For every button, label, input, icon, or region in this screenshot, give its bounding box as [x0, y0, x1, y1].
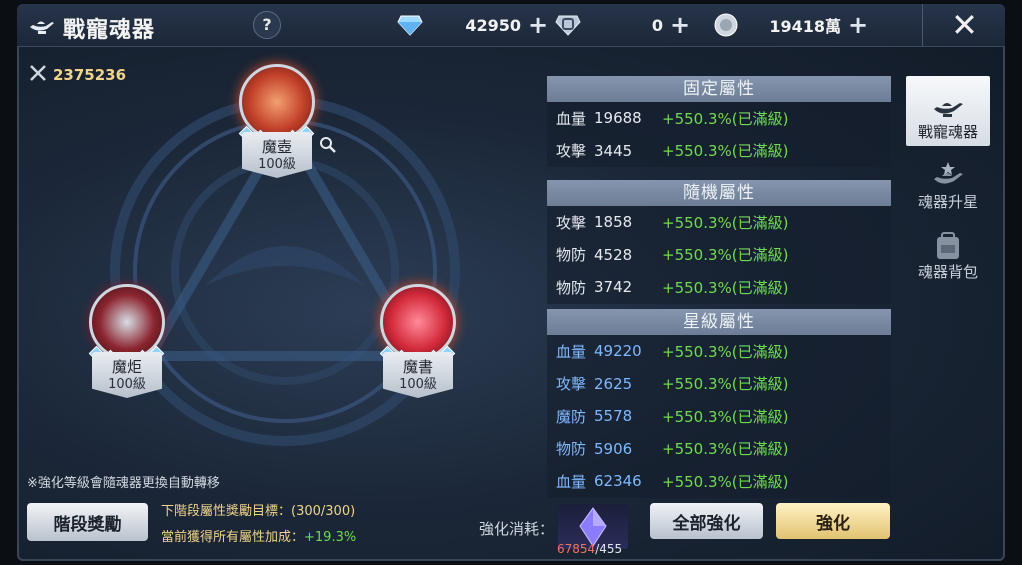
panel-title: 隨機屬性 — [547, 180, 891, 206]
panel-title: 星級屬性 — [547, 309, 891, 335]
vessel-slot-torch[interactable]: 魔炬 100級 — [87, 284, 167, 398]
transfer-note: ※強化等級會隨魂器更換自動轉移 — [27, 476, 220, 491]
diamond-currency: 42950 + — [395, 11, 549, 39]
vessel-plaque: 魔炬 100級 — [92, 352, 162, 398]
tab-label: 魂器背包 — [917, 263, 978, 281]
vessel-slot-book[interactable]: 魔書 100級 — [378, 284, 458, 398]
attribute-row: 攻擊 1858 +550.3%(已滿級) — [556, 213, 789, 232]
attribute-row: 魔防 5578 +550.3%(已滿級) — [556, 407, 789, 426]
add-diamond-button[interactable]: + — [527, 13, 549, 37]
combat-power: 2375236 — [29, 64, 126, 86]
side-tabs: 戰寵魂器 魂器升星 魂器背包 — [906, 76, 990, 286]
combat-power-value: 2375236 — [53, 66, 127, 84]
tab-label: 魂器升星 — [917, 193, 978, 211]
tab-battle-pet-vessel[interactable]: 戰寵魂器 — [906, 76, 990, 146]
tab-vessel-backpack[interactable]: 魂器背包 — [906, 216, 990, 286]
vessel-plaque: 魔壺 100級 — [242, 132, 312, 178]
close-button[interactable]: ✕ — [922, 4, 1005, 46]
add-bound-diamond-button[interactable]: + — [669, 13, 691, 37]
star-attributes-panel: 星級屬性 血量 49220 +550.3%(已滿級) 攻擊 2625 +550.3%(已… — [547, 309, 891, 498]
vessel-level: 100級 — [108, 377, 146, 392]
top-bar: 戰寵魂器 ? 42950 + 0 + 19418萬 + ✕ — [17, 4, 1005, 47]
total-bonus: 當前獲得所有屬性加成：+19.3% — [161, 530, 357, 545]
magnifier-icon[interactable] — [319, 136, 337, 154]
enhance-all-button[interactable]: 全部強化 — [650, 503, 763, 539]
vessel-name: 魔書 — [402, 358, 433, 376]
magic-lamp-icon — [30, 21, 54, 34]
attribute-row: 物防 3742 +550.3%(已滿級) — [556, 278, 789, 297]
cost-count: 67854/455 — [557, 542, 623, 556]
silver-currency: 19418萬 + — [711, 11, 869, 39]
silver-amount: 19418萬 — [769, 17, 841, 36]
bound-diamond-amount: 0 — [651, 15, 663, 35]
crossed-swords-icon — [29, 64, 47, 86]
magic-lamp-icon — [934, 103, 963, 117]
diamond-icon — [395, 11, 425, 39]
cost-label: 強化消耗： — [479, 520, 555, 538]
tab-label: 戰寵魂器 — [917, 123, 978, 141]
vessel-slot-pot[interactable]: 魔壺 100級 — [237, 64, 317, 178]
help-button[interactable]: ? — [253, 11, 281, 39]
page-title: 戰寵魂器 — [63, 18, 156, 43]
attribute-row: 物防 5906 +550.3%(已滿級) — [556, 439, 789, 459]
attribute-row: 攻擊 3445 +550.3%(已滿級) — [556, 141, 789, 161]
bound-diamond-icon — [553, 11, 583, 39]
panel-title: 固定屬性 — [547, 76, 891, 102]
attribute-row: 血量 62346 +550.3%(已滿級) — [556, 472, 789, 491]
next-stage-goal: 下階段屬性獎勵目標：(300/300) — [161, 504, 356, 519]
star-lamp-icon — [934, 162, 963, 184]
attribute-row: 血量 19688 +550.3%(已滿級) — [556, 109, 789, 128]
vessel-plaque: 魔書 100級 — [383, 352, 453, 398]
tab-vessel-star-up[interactable]: 魂器升星 — [906, 146, 990, 216]
attribute-row: 攻擊 2625 +550.3%(已滿級) — [556, 374, 789, 394]
backpack-icon — [937, 232, 959, 259]
enhance-button[interactable]: 強化 — [776, 503, 890, 539]
bound-diamond-currency: 0 + — [553, 11, 691, 39]
attribute-row: 血量 49220 +550.3%(已滿級) — [556, 342, 789, 361]
soul-vessel-window: 戰寵魂器 ? 42950 + 0 + 19418萬 + ✕ 2375236 魔壺… — [17, 4, 1005, 561]
stage-reward-button[interactable]: 階段獎勵 — [27, 503, 148, 541]
random-attributes-panel: 隨機屬性 攻擊 1858 +550.3%(已滿級) 物防 4528 +550.3%(已滿… — [547, 180, 891, 304]
vessel-name: 魔壺 — [261, 138, 292, 156]
vessel-name: 魔炬 — [111, 358, 142, 376]
vessel-level: 100級 — [399, 377, 437, 392]
attribute-row: 物防 4528 +550.3%(已滿級) — [556, 245, 789, 265]
add-silver-button[interactable]: + — [847, 13, 869, 37]
fixed-attributes-panel: 固定屬性 血量 19688 +550.3%(已滿級) 攻擊 3445 +550.3%(已… — [547, 76, 891, 167]
diamond-amount: 42950 — [465, 15, 521, 35]
silver-coin-icon — [711, 11, 741, 39]
vessel-level: 100級 — [258, 157, 296, 172]
